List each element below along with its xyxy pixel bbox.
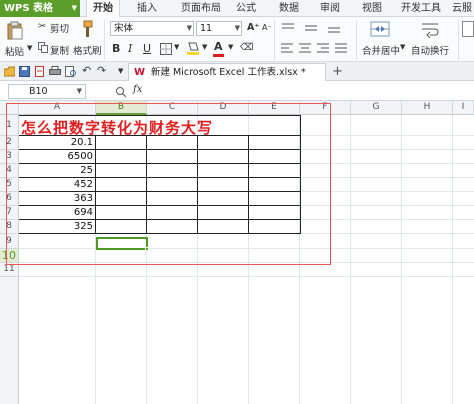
copy-icon[interactable] [38, 42, 48, 53]
font-size-select[interactable]: 11 ▼ [196, 21, 242, 36]
column-header-i[interactable]: I [453, 101, 474, 115]
save-icon[interactable] [19, 66, 30, 77]
redo-icon[interactable]: ↷ [97, 64, 106, 77]
print-preview-icon[interactable] [65, 66, 77, 77]
name-box-value: B10 [29, 86, 48, 97]
undo-icon[interactable]: ↶ [82, 64, 91, 77]
font-color-swatch [213, 54, 224, 57]
increase-font-icon[interactable]: A⁺ [247, 22, 259, 33]
export-pdf-icon[interactable] [34, 66, 45, 77]
vertical-align-icons[interactable] [280, 22, 360, 34]
customize-toolbar-icon[interactable]: ▼ [118, 67, 123, 75]
chevron-down-icon: ▼ [71, 4, 77, 12]
paste-icon[interactable] [6, 21, 24, 41]
number-format-icon[interactable] [462, 21, 474, 37]
tab-review[interactable]: 审阅 [313, 0, 347, 17]
borders-icon[interactable] [160, 43, 172, 55]
ribbon-separator [274, 20, 275, 60]
chevron-down-icon[interactable]: ▼ [202, 43, 207, 51]
zoom-icon[interactable] [115, 86, 127, 98]
insert-function-icon[interactable]: fx [133, 84, 142, 95]
app-menu-button[interactable]: WPS 表格 ▼ [0, 0, 80, 17]
column-header-g[interactable]: G [351, 101, 402, 115]
document-tab[interactable]: W 新建 Microsoft Excel 工作表.xlsx * [128, 63, 326, 81]
merge-center-button[interactable]: 合并居中 [362, 43, 400, 57]
print-icon[interactable] [49, 66, 61, 77]
scissors-icon[interactable]: ✂ [38, 21, 46, 32]
chevron-down-icon[interactable]: ▼ [228, 43, 233, 51]
copy-button[interactable]: 复制 [50, 43, 69, 57]
document-title: 新建 Microsoft Excel 工作表.xlsx * [151, 67, 306, 78]
underline-button[interactable]: U [143, 42, 151, 55]
chevron-down-icon[interactable]: ▼ [174, 43, 179, 51]
ribbon-separator [356, 20, 357, 60]
tab-formulas[interactable]: 公式 [229, 0, 263, 17]
decrease-font-icon[interactable]: A⁻ [262, 23, 272, 32]
row-header-empty [0, 277, 19, 404]
spreadsheet-grid[interactable]: A B C D E F G H I 1 2 3 4 5 6 7 8 9 10 1… [0, 101, 474, 404]
column-header-h[interactable]: H [402, 101, 453, 115]
wrap-text-icon[interactable] [420, 20, 440, 38]
font-size-value: 11 [200, 23, 213, 34]
paste-button[interactable]: 粘贴 [5, 44, 24, 58]
open-folder-icon[interactable] [4, 66, 15, 77]
formula-bar: B10 ▼ fx [0, 82, 474, 101]
format-painter-icon[interactable] [77, 20, 93, 38]
tab-cloud[interactable]: 云服 [450, 0, 474, 17]
font-color-icon[interactable]: A [214, 40, 223, 53]
horizontal-align-icons[interactable] [280, 42, 360, 54]
name-box[interactable]: B10 ▼ [8, 84, 86, 99]
row-header-11[interactable]: 11 [0, 263, 19, 277]
chevron-down-icon: ▼ [234, 24, 240, 32]
tab-page-layout[interactable]: 页面布局 [173, 0, 229, 17]
font-name-value: 宋体 [114, 23, 134, 34]
app-name: WPS 表格 [4, 3, 54, 14]
font-name-select[interactable]: 宋体 ▼ [110, 21, 194, 36]
annotation-frame [6, 103, 331, 265]
format-painter-button[interactable]: 格式刷 [73, 43, 102, 57]
menu-bar: WPS 表格 ▼ 开始 插入 页面布局 公式 数据 审阅 视图 开发工具 云服 [0, 0, 474, 18]
tab-developer[interactable]: 开发工具 [397, 0, 445, 17]
merge-center-icon[interactable] [370, 20, 390, 38]
gridline [19, 276, 474, 277]
wps-logo-icon: W [134, 67, 146, 78]
chevron-down-icon[interactable]: ▼ [400, 43, 405, 51]
ribbon-toolbar: 粘贴 ▼ ✂ 剪切 复制 格式刷 宋体 ▼ 11 ▼ A⁺ A⁻ B I U ▼… [0, 17, 474, 62]
ribbon-separator [458, 20, 459, 60]
tab-insert[interactable]: 插入 [130, 0, 164, 17]
gridline [452, 115, 453, 404]
formula-input[interactable] [152, 84, 472, 99]
chevron-down-icon: ▼ [186, 24, 192, 32]
italic-button[interactable]: I [128, 42, 132, 55]
ribbon-separator [104, 20, 105, 60]
chevron-down-icon: ▼ [76, 87, 82, 95]
cut-button[interactable]: 剪切 [50, 21, 69, 35]
paste-dropdown-icon[interactable]: ▼ [27, 44, 32, 52]
clear-format-icon[interactable]: ⌫ [240, 42, 253, 53]
fill-color-icon[interactable] [186, 41, 200, 56]
tab-view[interactable]: 视图 [355, 0, 389, 17]
gridline [350, 115, 351, 404]
tab-data[interactable]: 数据 [272, 0, 306, 17]
bold-button[interactable]: B [112, 42, 120, 55]
wrap-text-button[interactable]: 自动换行 [411, 43, 449, 57]
tab-home[interactable]: 开始 [86, 0, 120, 18]
gridline [401, 115, 402, 404]
new-tab-button[interactable]: + [332, 64, 343, 79]
